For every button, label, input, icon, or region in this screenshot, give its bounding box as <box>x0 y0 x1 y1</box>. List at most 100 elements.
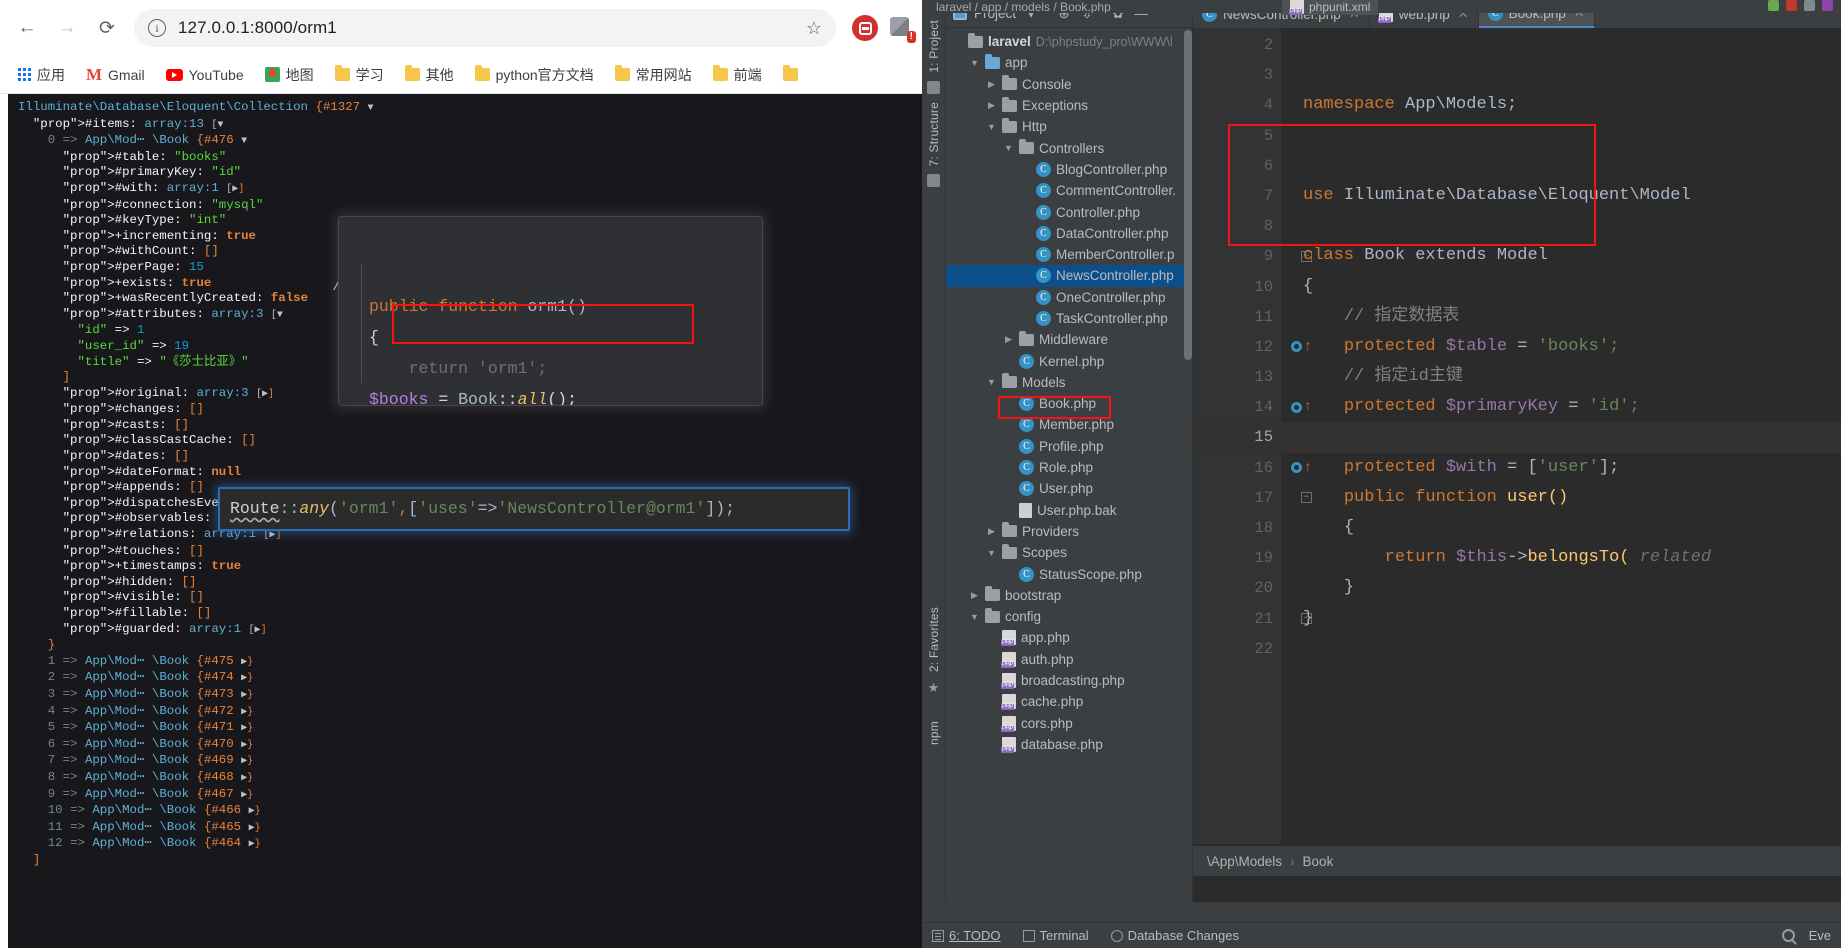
code-line-22[interactable] <box>1303 634 1841 664</box>
tool-tab-project[interactable]: 1: Project <box>927 20 941 73</box>
code-line-20[interactable]: } <box>1303 573 1841 603</box>
breadcrumb-namespace[interactable]: \App\Models <box>1207 854 1282 869</box>
terminal-label[interactable]: Terminal <box>1040 928 1089 943</box>
tree-item-user-php-bak[interactable]: User.php.bak <box>946 500 1192 521</box>
tree-item-profile-php[interactable]: C Profile.php <box>946 436 1192 457</box>
tree-item-cors-php[interactable]: cors.php <box>946 713 1192 734</box>
bookmark-folder-other[interactable]: 其他 <box>397 61 462 89</box>
code-line-10[interactable]: { <box>1303 272 1841 302</box>
run-icon[interactable] <box>1768 0 1779 11</box>
line-number-14[interactable]: 14 ↑ <box>1193 392 1312 422</box>
line-number-8[interactable]: 8 <box>1193 211 1281 241</box>
search-icon[interactable] <box>1781 929 1795 942</box>
twisty-icon[interactable]: ▼ <box>969 58 980 68</box>
url-text[interactable]: 127.0.0.1:8000/orm1 <box>178 18 798 38</box>
line-number-20[interactable]: 20 <box>1193 573 1281 603</box>
event-log-label[interactable]: Eve <box>1809 928 1831 943</box>
code-line-12[interactable]: protected $table = 'books'; <box>1303 332 1841 362</box>
todo-label[interactable]: 6: TODO <box>949 928 1001 943</box>
address-bar[interactable]: i 127.0.0.1:8000/orm1 ☆ <box>134 9 836 47</box>
code-line-5[interactable] <box>1303 121 1841 151</box>
code-line-6[interactable] <box>1303 151 1841 181</box>
line-number-6[interactable]: 6 <box>1193 151 1281 181</box>
tree-item-http[interactable]: ▼ Http <box>946 116 1192 137</box>
breadcrumb-symbol[interactable]: Book <box>1303 854 1334 869</box>
back-button[interactable]: ← <box>8 9 46 47</box>
tree-item-app-php[interactable]: app.php <box>946 627 1192 648</box>
tree-item-commentcontroller-[interactable]: C CommentController. <box>946 180 1192 201</box>
bookmark-folder-frontend[interactable]: 前端 <box>705 61 770 89</box>
tree-item-user-php[interactable]: C User.php <box>946 478 1192 499</box>
folder-strip-icon[interactable] <box>927 80 940 94</box>
tool-tab-favorites[interactable]: 2: Favorites <box>927 607 941 672</box>
bookmark-star-icon[interactable]: ☆ <box>806 18 822 39</box>
tree-item-role-php[interactable]: C Role.php <box>946 457 1192 478</box>
tree-item-controller-php[interactable]: C Controller.php <box>946 201 1192 222</box>
tree-item-app[interactable]: ▼ app <box>946 52 1192 73</box>
line-number-12[interactable]: 12 ↑ <box>1193 332 1312 362</box>
structure-strip-icon[interactable] <box>927 174 940 188</box>
adblock-icon[interactable] <box>852 15 878 41</box>
line-number-17[interactable]: 17− <box>1193 483 1312 513</box>
code-line-14[interactable]: protected $primaryKey = 'id'; <box>1303 392 1841 422</box>
status-terminal[interactable]: Terminal <box>1022 928 1089 943</box>
bookmark-folder-python-docs[interactable]: python官方文档 <box>467 61 602 89</box>
status-database-changes[interactable]: Database Changes <box>1110 928 1239 943</box>
code-editor[interactable]: 2 3 4 5 6 7 8 9−10 11 12 ↑ 13 14 ↑ 15 16 ↑ 17−18 19 20 21−22… <box>1193 28 1841 844</box>
status-todo[interactable]: 6: TODO <box>932 928 1001 943</box>
code-line-3[interactable] <box>1303 60 1841 90</box>
tree-item-providers[interactable]: ▶ Providers <box>946 521 1192 542</box>
tree-item-exceptions[interactable]: ▶ Exceptions <box>946 95 1192 116</box>
twisty-icon[interactable]: ▼ <box>986 548 997 558</box>
tree-item-config[interactable]: ▼ config <box>946 606 1192 627</box>
line-number-9[interactable]: 9− <box>1193 241 1312 271</box>
code-line-15[interactable] <box>1281 422 1841 453</box>
bottom-breadcrumb[interactable]: \App\Models › Book <box>1193 846 1841 876</box>
tree-item-database-php[interactable]: database.php <box>946 734 1192 755</box>
line-number-15[interactable]: 15 <box>1193 422 1281 453</box>
tree-item-kernel-php[interactable]: C Kernel.php <box>946 350 1192 371</box>
bookmark-folder-study[interactable]: 学习 <box>327 61 392 89</box>
tree-item-broadcasting-php[interactable]: broadcasting.php <box>946 670 1192 691</box>
tree-item-cache-php[interactable]: cache.php <box>946 691 1192 712</box>
tool-tab-structure[interactable]: 7: Structure <box>927 102 941 166</box>
site-info-icon[interactable]: i <box>148 19 166 37</box>
tree-item-statusscope-php[interactable]: C StatusScope.php <box>946 563 1192 584</box>
bookmark-apps[interactable]: 应用 <box>10 61 73 89</box>
tree-item-console[interactable]: ▶ Console <box>946 74 1192 95</box>
bookmark-folder-extra[interactable] <box>775 64 806 85</box>
code-line-18[interactable]: { <box>1303 513 1841 543</box>
line-number-7[interactable]: 7 <box>1193 181 1281 211</box>
bookmark-folder-common-sites[interactable]: 常用网站 <box>607 61 700 89</box>
code-line-4[interactable]: namespace App\Models; <box>1303 90 1841 120</box>
twisty-icon[interactable]: ▼ <box>986 377 997 387</box>
tree-item-auth-php[interactable]: auth.php <box>946 649 1192 670</box>
line-number-11[interactable]: 11 <box>1193 302 1281 332</box>
phpunit-xml-tab[interactable]: phpunit.xml <box>1282 0 1379 15</box>
tree-item-middleware[interactable]: ▶ Middleware <box>946 329 1192 350</box>
line-number-16[interactable]: 16 ↑ <box>1193 453 1312 483</box>
stop-icon[interactable] <box>1804 0 1815 11</box>
tree-item-models[interactable]: ▼ Models <box>946 372 1192 393</box>
tree-item-controllers[interactable]: ▼ Controllers <box>946 137 1192 158</box>
bookmark-maps[interactable]: 地图 <box>257 61 322 89</box>
line-number-19[interactable]: 19 <box>1193 543 1281 573</box>
line-number-gutter[interactable]: 2 3 4 5 6 7 8 9−10 11 12 ↑ 13 14 ↑ 15 16 ↑ 17−18 19 20 21−22 <box>1193 28 1312 844</box>
twisty-icon[interactable]: ▶ <box>986 526 997 537</box>
twisty-icon[interactable]: ▶ <box>986 100 997 111</box>
code-line-13[interactable]: // 指定id主键 <box>1303 362 1841 392</box>
twisty-icon[interactable]: ▶ <box>986 79 997 90</box>
line-number-18[interactable]: 18 <box>1193 513 1281 543</box>
line-number-5[interactable]: 5 <box>1193 121 1281 151</box>
tree-item-newscontroller-php[interactable]: C NewsController.php <box>946 265 1192 287</box>
star-icon[interactable]: ★ <box>927 680 940 695</box>
code-line-19[interactable]: return $this->belongsTo( related <box>1303 543 1841 573</box>
code-line-2[interactable] <box>1303 30 1841 60</box>
tree-item-scopes[interactable]: ▼ Scopes <box>946 542 1192 563</box>
twisty-icon[interactable]: ▼ <box>1003 143 1014 153</box>
database-changes-label[interactable]: Database Changes <box>1128 928 1239 943</box>
code-text[interactable]: namespace App\Models; use Illuminate\Data… <box>1281 28 1841 844</box>
extensions-puzzle-icon[interactable]: ! <box>888 15 916 43</box>
line-number-4[interactable]: 4 <box>1193 90 1281 120</box>
tree-item-taskcontroller-php[interactable]: C TaskController.php <box>946 308 1192 329</box>
